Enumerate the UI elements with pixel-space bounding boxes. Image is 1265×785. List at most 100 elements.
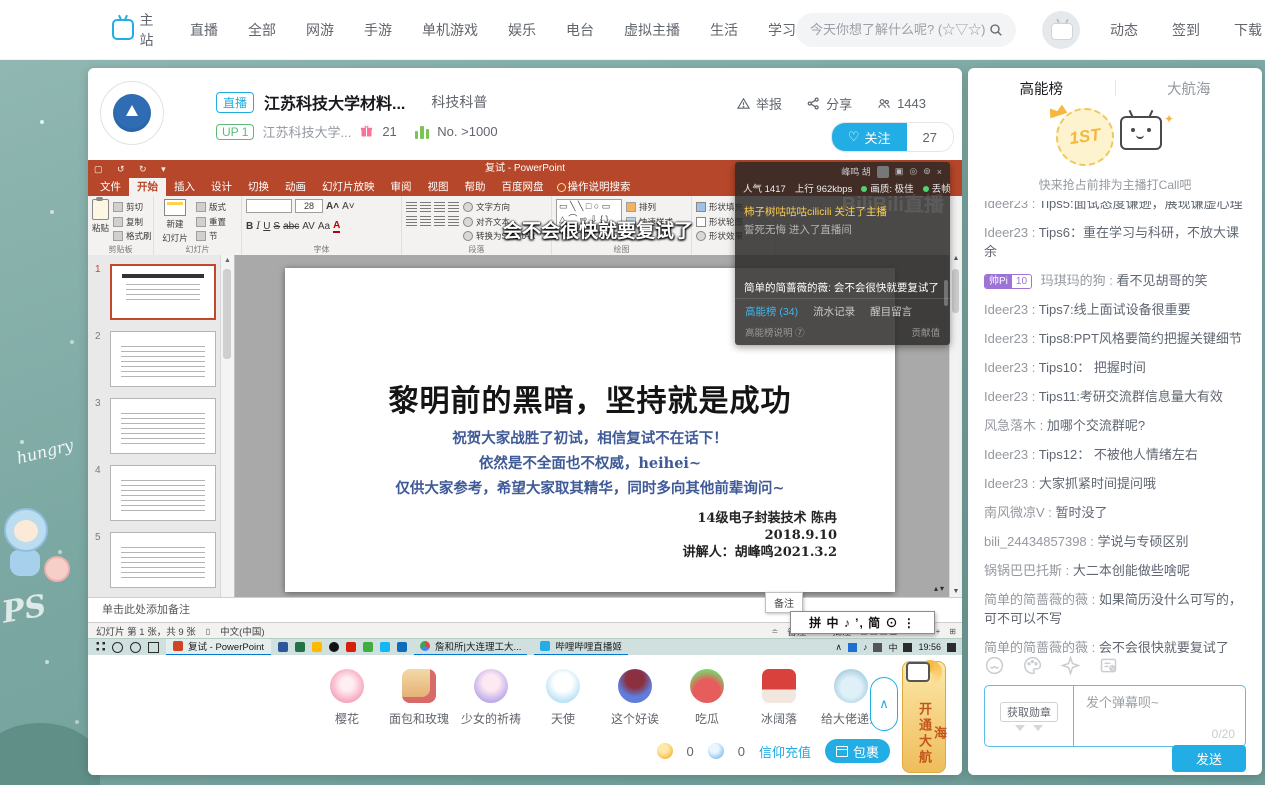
chat-username[interactable]: 南风微凉V [984,505,1056,520]
align-text-button[interactable]: 对齐文本 [463,216,535,228]
action-center-icon[interactable] [947,643,956,652]
quick-styles-button[interactable]: 快速样式 [626,216,673,228]
chat-username[interactable]: Ideer23 [984,360,1039,375]
ppt-ribbon-tab[interactable]: 幻灯片放映 [314,178,383,196]
streamer-name[interactable]: 江苏科技大学... [262,122,351,141]
cortana-button[interactable] [130,642,141,653]
share-button[interactable]: 分享 [806,94,852,113]
nav-item[interactable]: 虚拟主播 [624,20,680,40]
shrink-font-button[interactable]: A˅ [342,201,355,212]
overlay-tab-rank[interactable]: 高能榜 (34) [745,304,798,319]
star-effect-icon[interactable] [1060,655,1081,676]
tray-icon[interactable] [848,643,857,652]
nav-item[interactable]: 网游 [306,20,334,40]
grow-font-button[interactable]: A˄ [326,201,339,212]
slide-nav-buttons[interactable]: ▴▾ [934,584,946,593]
tab-rank[interactable]: 高能榜 [968,78,1115,99]
taskbar-ppt-window[interactable]: 复试 - PowerPoint [166,639,271,656]
chat-username[interactable]: Ideer23 [984,331,1039,346]
chat-username[interactable]: 简单的简蔷薇的薇 [984,640,1099,653]
task-view-button[interactable] [148,642,159,653]
danmaku-input-box[interactable]: 获取勋章 0/20 [984,685,1246,747]
ppt-ribbon-tab[interactable]: 设计 [203,178,240,196]
outdent-button[interactable] [448,202,459,212]
strikethrough-button[interactable]: S [273,221,280,232]
text-direction-button[interactable]: 文字方向 [463,201,535,213]
ppt-ribbon-tab[interactable]: 操作说明搜索 [552,178,639,196]
nav-home[interactable]: 主站 [112,10,160,50]
chat-username[interactable]: 锅锅巴巴托斯 [984,563,1073,578]
nav-item[interactable]: 电台 [566,20,594,40]
network-icon[interactable] [873,643,882,652]
numbering-button[interactable] [420,202,431,212]
rank-help-link[interactable]: 高能榜说明 ⑦ [745,325,805,339]
ppt-ribbon-tab[interactable]: 动画 [277,178,314,196]
block-list-icon[interactable] [1098,655,1119,676]
cut-button[interactable]: 剪切 [113,201,152,213]
overlay-settings-icon[interactable]: ◎ [909,166,917,177]
bullets-button[interactable] [406,202,417,212]
excel-icon[interactable] [295,642,305,652]
start-button[interactable] [94,642,105,653]
nav-item[interactable]: 娱乐 [508,20,536,40]
overlay-close-icon[interactable]: × [937,167,942,177]
overlay-scrollbar[interactable] [944,280,948,306]
chat-username[interactable]: Ideer23 [984,476,1039,491]
paste-button[interactable]: 粘贴 [92,199,109,244]
gift-item[interactable]: 少女的祈祷 [455,669,527,727]
indent-button[interactable] [434,202,445,212]
gift-item[interactable]: 这个好诶 [599,669,671,727]
style-palette-icon[interactable] [1022,655,1043,676]
overlay-minimize-icon[interactable]: ⊚ [923,166,931,177]
gift-item[interactable]: 樱花 [311,669,383,727]
slide-thumbnail[interactable]: 3 [88,398,234,456]
user-avatar[interactable] [1042,11,1080,49]
taskbar-livehime-window[interactable]: 哔哩哔哩直播姬 [534,639,628,656]
gift-item[interactable]: 吃瓜 [671,669,743,727]
shadow-button[interactable]: abc [283,221,299,232]
italic-button[interactable]: I [256,221,260,232]
slide-thumbnail[interactable]: 4 [88,465,234,523]
fit-to-window-icon[interactable]: ⊞ [949,627,956,636]
nav-item[interactable]: 全部 [248,20,276,40]
open-guard-banner[interactable]: 开通大航海 [902,661,946,773]
change-case-button[interactable]: Aa [318,221,330,232]
nav-item[interactable]: 生活 [710,20,738,40]
underline-button[interactable]: U [263,221,270,232]
copy-button[interactable]: 复制 [113,216,152,228]
qq-icon[interactable] [329,642,339,652]
chat-username[interactable]: 简单的简蔷薇的薇 [984,592,1099,607]
chat-username[interactable]: Ideer23 [984,389,1039,404]
recharge-link[interactable]: 信仰充值 [759,742,811,761]
align-right-button[interactable] [434,216,445,226]
taskbar-browser-window[interactable]: 詹和所|大连理工大... [414,639,527,656]
chat-message-list[interactable]: Ideer23Tips5:面试态度谦逊，展现谦虚心理 Ideer23Tips6：… [968,201,1262,653]
chat-username[interactable]: 玛琪玛的狗 [1041,273,1117,288]
thumbnail-scrollbar[interactable]: ▲ [220,255,234,597]
chat-username[interactable]: Ideer23 [984,225,1039,240]
slide-thumbnail[interactable]: 1 [88,264,234,322]
ime-indicator[interactable]: 中 [888,641,897,654]
slide-thumbnail[interactable]: 5 [88,532,234,590]
chat-username[interactable]: Ideer23 [984,201,1039,211]
chat-username[interactable]: bili_24434857398 [984,534,1098,549]
section-button[interactable]: 节 [196,230,226,242]
ppt-ribbon-tab[interactable]: 审阅 [383,178,420,196]
overlay-tab-superchat[interactable]: 醒目留言 [870,304,912,319]
gift-item[interactable]: 冰阔落 [743,669,815,727]
shapes-gallery[interactable]: ▭ ╲ ╲ □ ○ ▭ △ ⌒ ⇨ ⇩ { } [556,199,622,233]
ppt-ribbon-tab[interactable]: 视图 [420,178,457,196]
overlay-window-icon[interactable]: ▣ [895,166,904,177]
report-button[interactable]: 举报 [736,94,782,113]
danmaku-input[interactable] [1084,694,1235,711]
nav-item[interactable]: 学习 [768,20,796,40]
tray-icon[interactable] [903,643,912,652]
app-icon[interactable] [380,642,390,652]
tray-expand-icon[interactable]: ∧ [835,642,842,653]
char-spacing-button[interactable]: AV [302,221,315,232]
nav-right-item[interactable]: 签到 [1172,20,1200,40]
send-button[interactable]: 发送 [1172,745,1246,772]
font-color-button[interactable]: A [333,220,340,233]
ime-toolbar[interactable]: 拼 中 ♪ ’, 简 ⊙ ⋮ [790,611,935,634]
clock[interactable]: 19:56 [918,642,941,652]
